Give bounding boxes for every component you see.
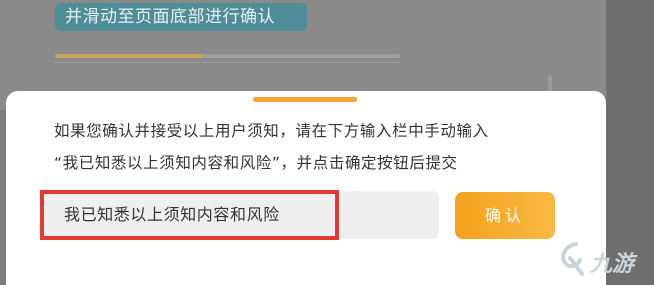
reading-progress-bar [55,54,400,58]
confirm-sheet: 如果您确认并接受以上用户须知，请在下方输入栏中手动输入 “我已知悉以上须知内容和… [6,91,606,285]
instruction-line-2: “我已知悉以上须知内容和风险”，并点击确定按钮后提交 [54,154,458,172]
input-highlight-annotation [40,190,339,240]
watermark-text: 九游 [590,252,635,277]
instruction-text: 如果您确认并接受以上用户须知，请在下方输入栏中手动输入 “我已知悉以上须知内容和… [54,115,594,179]
watermark-icon [561,242,584,276]
confirm-button[interactable]: 确认 [455,192,555,239]
background-banner: 并滑动至页面底部进行确认 [55,3,307,31]
sheet-drag-handle[interactable] [253,97,357,102]
background-divider [55,62,400,63]
reading-progress-fill [55,54,204,58]
watermark-logo: 九游 [556,238,652,282]
instruction-line-1: 如果您确认并接受以上用户须知，请在下方输入栏中手动输入 [54,122,489,140]
